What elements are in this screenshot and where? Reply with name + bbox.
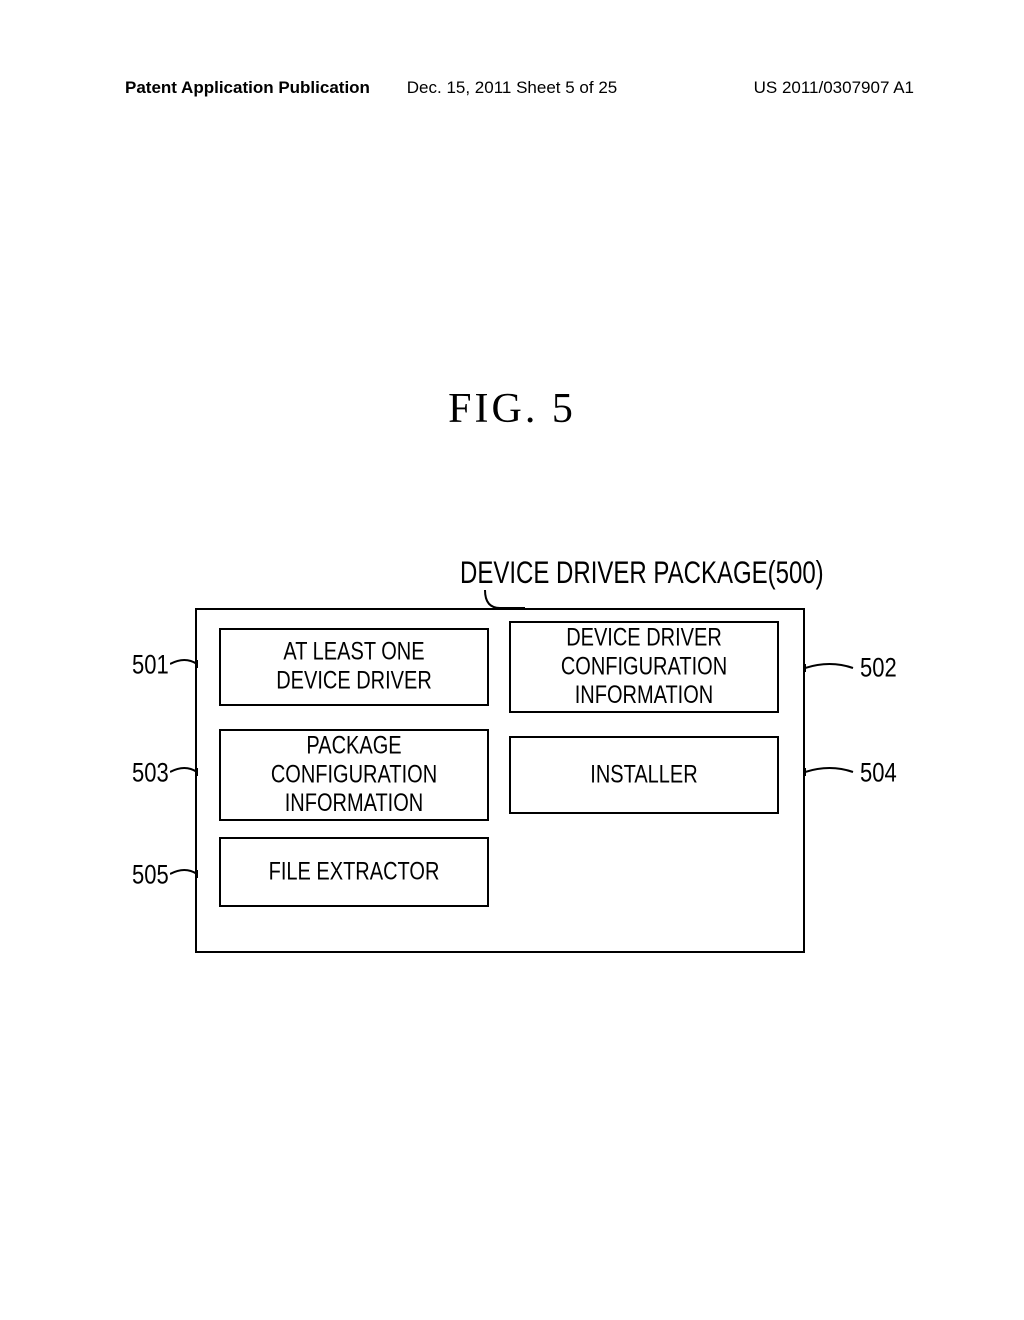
box-file-extractor: FILE EXTRACTOR: [219, 837, 489, 907]
leader-501: [170, 658, 200, 670]
header-publication-number: US 2011/0307907 A1: [754, 78, 914, 98]
leader-502: [805, 662, 855, 674]
ref-505: 505: [132, 859, 169, 890]
ref-501: 501: [132, 649, 169, 680]
box-driver-config-label: DEVICE DRIVERCONFIGURATIONINFORMATION: [561, 624, 727, 710]
row-1: AT LEAST ONEDEVICE DRIVER DEVICE DRIVERC…: [219, 628, 781, 713]
figure-title: FIG. 5: [448, 385, 576, 433]
box-driver-config: DEVICE DRIVERCONFIGURATIONINFORMATION: [509, 621, 779, 713]
ref-504: 504: [860, 757, 897, 788]
header-date-sheet: Dec. 15, 2011 Sheet 5 of 25: [407, 78, 617, 98]
ref-502: 502: [860, 652, 897, 683]
leader-504: [805, 766, 855, 778]
box-device-driver: AT LEAST ONEDEVICE DRIVER: [219, 628, 489, 706]
leader-505: [170, 868, 200, 880]
row-2: PACKAGECONFIGURATIONINFORMATION INSTALLE…: [219, 729, 781, 821]
ref-503: 503: [132, 757, 169, 788]
box-installer: INSTALLER: [509, 736, 779, 814]
box-package-config-label: PACKAGECONFIGURATIONINFORMATION: [271, 732, 437, 818]
box-device-driver-label: AT LEAST ONEDEVICE DRIVER: [276, 638, 432, 696]
row-3: FILE EXTRACTOR: [219, 837, 781, 907]
leader-503: [170, 766, 200, 778]
box-file-extractor-label: FILE EXTRACTOR: [269, 858, 440, 887]
package-label: DEVICE DRIVER PACKAGE(500): [460, 556, 824, 592]
page-header: Patent Application Publication Dec. 15, …: [0, 78, 1024, 98]
box-installer-label: INSTALLER: [590, 761, 697, 790]
package-container: AT LEAST ONEDEVICE DRIVER DEVICE DRIVERC…: [195, 608, 805, 953]
header-publication-type: Patent Application Publication: [125, 78, 370, 98]
box-package-config: PACKAGECONFIGURATIONINFORMATION: [219, 729, 489, 821]
